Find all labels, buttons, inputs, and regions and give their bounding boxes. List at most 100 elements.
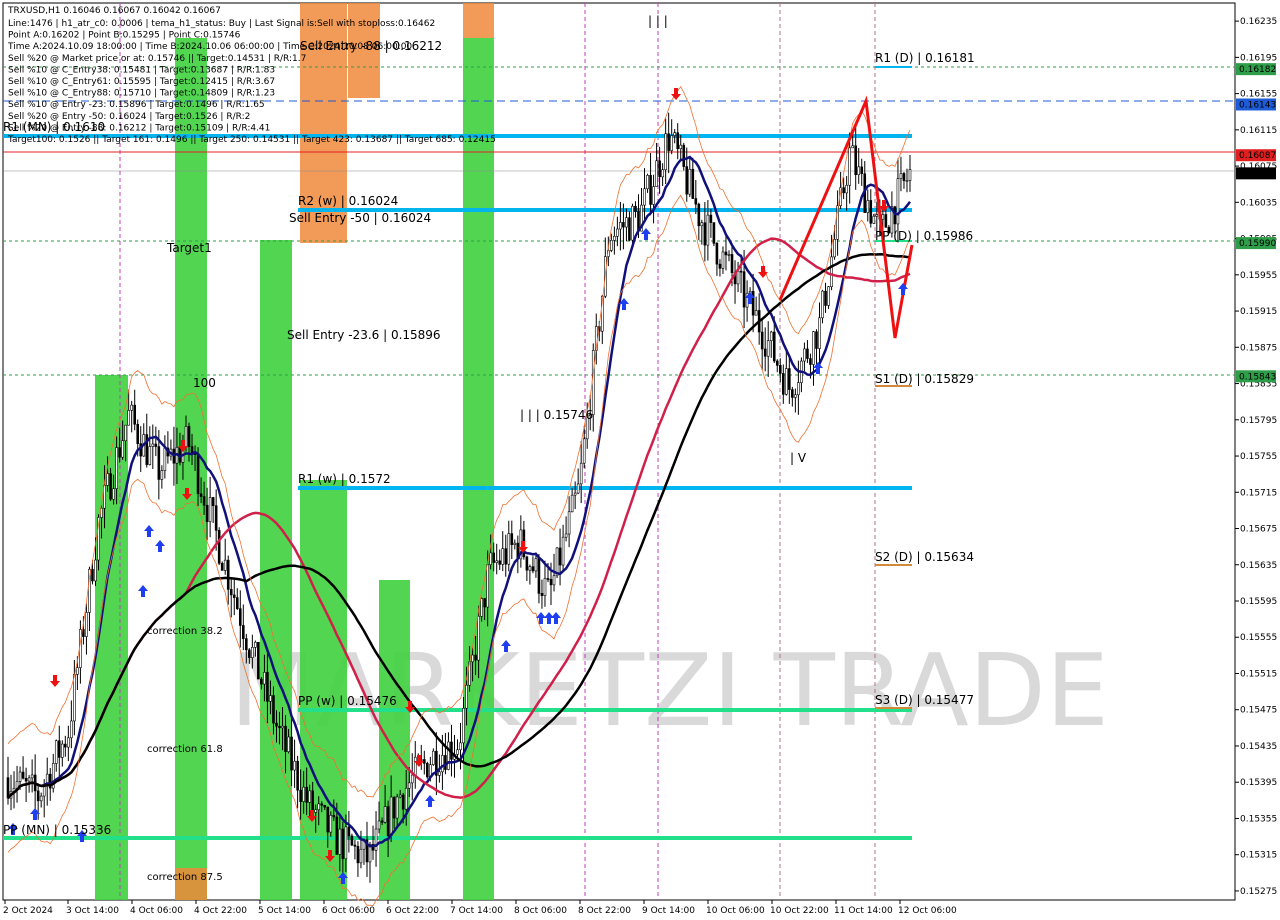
candle-body: [386, 806, 390, 837]
candle-body: [389, 796, 393, 837]
y-tick-label: 0.15755: [1240, 452, 1277, 462]
candle-body: [622, 222, 625, 228]
candle-body: [335, 816, 339, 855]
candle-body: [537, 558, 541, 594]
candle-body: [202, 496, 206, 506]
candle-body: [721, 251, 725, 269]
candle-body: [410, 774, 414, 784]
candle-body: [561, 536, 565, 566]
candle-body: [82, 629, 85, 637]
candle-body: [220, 563, 224, 571]
candle-body: [739, 270, 743, 273]
candle-body: [579, 462, 583, 485]
candle-body: [109, 473, 112, 500]
candle-body: [350, 835, 354, 846]
candle-body: [380, 820, 384, 823]
candle-body: [217, 530, 221, 564]
candle-body: [21, 771, 25, 779]
candle-body: [507, 533, 511, 565]
candle-body: [893, 206, 897, 225]
candle-body: [154, 443, 158, 447]
candle-body: [57, 740, 61, 758]
candle-body: [444, 755, 447, 770]
candle-body: [426, 763, 429, 778]
candle-body: [794, 394, 797, 398]
candle-body: [229, 589, 233, 596]
zone-green: [463, 38, 494, 900]
candle-body: [498, 560, 502, 565]
y-tick-label: 0.15915: [1240, 307, 1277, 317]
candle-body: [775, 360, 779, 366]
candle-body: [818, 317, 821, 349]
candle-body: [827, 286, 830, 306]
annotation-wave-4: | V: [790, 451, 807, 465]
label-pp-w: PP (w) | 0.15476: [298, 694, 397, 708]
candle-body: [18, 771, 22, 782]
candle-body: [404, 787, 408, 810]
candle-body: [483, 598, 486, 608]
info-line: Sell %10 @ C_Entry61: 0.15595 | Target:0…: [8, 77, 275, 87]
price-axis: 0.162350.161950.161550.161150.160750.160…: [1235, 0, 1280, 920]
candle-body: [160, 470, 164, 480]
candle-body: [263, 672, 266, 685]
y-tick-label: 0.15275: [1240, 887, 1277, 897]
candle-body: [480, 598, 483, 617]
candle-body: [809, 358, 812, 365]
candle-body: [543, 578, 547, 596]
candle-body: [567, 511, 571, 535]
candle-body: [628, 217, 631, 241]
candle-body: [317, 803, 321, 811]
price-badge-label: 0.15990: [1239, 239, 1276, 249]
candle-body: [157, 446, 161, 480]
candle-body: [694, 198, 698, 205]
candle-body: [564, 533, 568, 538]
candle-body: [341, 828, 345, 860]
info-line: Sell %20 @ Market price or at: 0.15746 |…: [8, 54, 306, 64]
candle-body: [278, 725, 281, 729]
candle-body: [395, 796, 399, 819]
candle-body: [905, 180, 909, 182]
candle-body: [70, 720, 73, 739]
candle-body: [718, 263, 722, 269]
candle-body: [848, 147, 851, 186]
candle-body: [136, 423, 140, 444]
candle-body: [778, 365, 782, 374]
annotation-correction-38: correction 38.2: [147, 626, 223, 637]
candle-body: [199, 493, 203, 497]
price-chart[interactable]: MARKETZI TRADE R1 (D) | 0.16181R2 (w) | …: [0, 0, 1280, 920]
candle-body: [685, 166, 689, 195]
info-line: Sell %10 @ C_Entry38: 0.15481 | Target:0…: [8, 65, 275, 75]
info-line: Sell %10 @ Entry -23: 0.15896 | Target:0…: [8, 100, 265, 110]
candle-body: [754, 310, 758, 316]
candle-body: [383, 806, 387, 823]
candle-body: [447, 741, 450, 770]
candle-body: [682, 144, 686, 167]
candle-body: [730, 254, 734, 274]
candle-body: [510, 533, 514, 545]
candle-body: [763, 348, 767, 357]
y-tick-label: 0.15395: [1240, 778, 1277, 788]
candle-body: [118, 447, 121, 458]
candle-body: [772, 331, 776, 362]
x-tick-label: 11 Oct 14:00: [834, 906, 893, 916]
candle-body: [305, 786, 308, 803]
price-badge-label: 0.16143: [1239, 100, 1276, 110]
candle-body: [902, 173, 906, 181]
y-tick-label: 0.15595: [1240, 597, 1277, 607]
candle-body: [344, 826, 348, 860]
candle-body: [302, 786, 305, 802]
candle-body: [631, 205, 634, 241]
y-tick-label: 0.15955: [1240, 271, 1277, 281]
candle-body: [670, 135, 673, 151]
x-tick-label: 5 Oct 14:00: [258, 906, 311, 916]
x-tick-label: 9 Oct 14:00: [642, 906, 695, 916]
label-sell-entry-23: Sell Entry -23.6 | 0.15896: [287, 328, 441, 342]
label-sell-entry-50: Sell Entry -50 | 0.16024: [289, 211, 431, 225]
candle-body: [576, 483, 580, 494]
candle-body: [266, 672, 269, 702]
candle-body: [187, 426, 191, 447]
x-tick-label: 7 Oct 14:00: [450, 906, 503, 916]
candle-body: [724, 251, 728, 256]
candle-body: [489, 552, 492, 565]
x-tick-label: 2 Oct 2024: [3, 906, 53, 916]
